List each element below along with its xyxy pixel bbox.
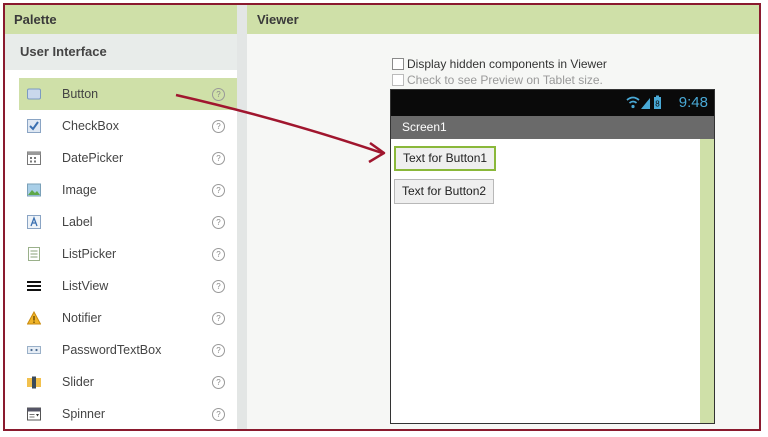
help-icon[interactable]: ? (212, 344, 225, 357)
palette-item-listpicker[interactable]: ListPicker ? (19, 238, 237, 270)
viewer-title: Viewer (247, 5, 759, 34)
help-icon[interactable]: ? (212, 248, 225, 261)
status-icons: 8 (626, 95, 661, 109)
image-icon (27, 183, 41, 197)
palette-item-listview[interactable]: ListView ? (19, 270, 237, 302)
status-bar: 8 9:48 (391, 90, 714, 116)
calendar-icon (27, 151, 41, 165)
help-icon[interactable]: ? (212, 88, 225, 101)
display-hidden-checkbox[interactable]: Display hidden components in Viewer (392, 57, 607, 71)
help-icon[interactable]: ? (212, 376, 225, 389)
button-icon (27, 88, 41, 100)
tablet-preview-label: Check to see Preview on Tablet size. (407, 73, 603, 87)
palette-item-image[interactable]: Image ? (19, 174, 237, 206)
palette-item-label[interactable]: Label ? (19, 206, 237, 238)
palette-title: Palette (5, 5, 237, 34)
palette-panel: Palette User Interface Button ? CheckBox… (5, 5, 237, 429)
help-icon[interactable]: ? (212, 120, 225, 133)
wifi-icon (626, 96, 640, 109)
checkbox-box[interactable] (392, 74, 404, 86)
display-hidden-label: Display hidden components in Viewer (407, 57, 607, 71)
palette-item-label: Spinner (62, 407, 106, 421)
palette-section-user-interface[interactable]: User Interface (5, 34, 237, 70)
help-icon[interactable]: ? (212, 312, 225, 325)
scroll-strip[interactable] (700, 139, 714, 423)
palette-item-label: ListPicker (62, 247, 117, 261)
viewer-panel: Viewer Display hidden components in View… (247, 5, 759, 429)
battery-digit: 8 (655, 100, 660, 109)
help-icon[interactable]: ? (212, 152, 225, 165)
palette-item-label: Slider (62, 375, 94, 389)
battery-icon: 8 (654, 95, 661, 109)
tutorial-frame: Palette User Interface Button ? CheckBox… (3, 3, 761, 431)
signal-icon (641, 98, 650, 109)
listview-icon (27, 281, 41, 291)
palette-item-notifier[interactable]: Notifier ? (19, 302, 237, 334)
slider-icon (27, 376, 41, 389)
list-icon (28, 247, 40, 261)
label-icon (27, 215, 41, 229)
palette-item-datepicker[interactable]: DatePicker ? (19, 142, 237, 174)
panel-splitter[interactable] (237, 5, 247, 429)
button2[interactable]: Text for Button2 (394, 179, 495, 204)
palette-item-label: DatePicker (62, 151, 124, 165)
help-icon[interactable]: ? (212, 408, 225, 421)
warning-icon (27, 311, 41, 325)
help-icon[interactable]: ? (212, 184, 225, 197)
viewer-body: Display hidden components in Viewer Chec… (247, 34, 759, 429)
palette-item-button[interactable]: Button ? (19, 78, 237, 110)
spinner-icon (27, 407, 41, 421)
password-icon (27, 346, 41, 354)
screen-title: Screen1 (391, 116, 714, 139)
palette-item-checkbox[interactable]: CheckBox ? (19, 110, 237, 142)
palette-item-label: PasswordTextBox (62, 343, 162, 357)
help-icon[interactable]: ? (212, 280, 225, 293)
palette-item-label: Button (62, 87, 99, 101)
button1[interactable]: Text for Button1 (394, 146, 497, 171)
palette-list: Button ? CheckBox ? DatePicker ? Image ?… (19, 78, 237, 429)
palette-item-spinner[interactable]: Spinner ? (19, 398, 237, 429)
palette-item-passwordtextbox[interactable]: PasswordTextBox ? (19, 334, 237, 366)
palette-item-slider[interactable]: Slider ? (19, 366, 237, 398)
tablet-preview-checkbox[interactable]: Check to see Preview on Tablet size. (392, 73, 603, 87)
palette-item-label: Notifier (62, 311, 102, 325)
palette-item-label: Label (62, 215, 93, 229)
status-time: 9:48 (678, 94, 708, 111)
checkbox-icon (27, 119, 41, 133)
checkbox-box[interactable] (392, 58, 404, 70)
palette-item-label: ListView (62, 279, 109, 293)
help-icon[interactable]: ? (212, 216, 225, 229)
palette-item-label: Image (62, 183, 97, 197)
phone-preview: 8 9:48 Screen1 Text for Button1 Text for… (390, 89, 715, 424)
palette-item-label: CheckBox (62, 119, 119, 133)
